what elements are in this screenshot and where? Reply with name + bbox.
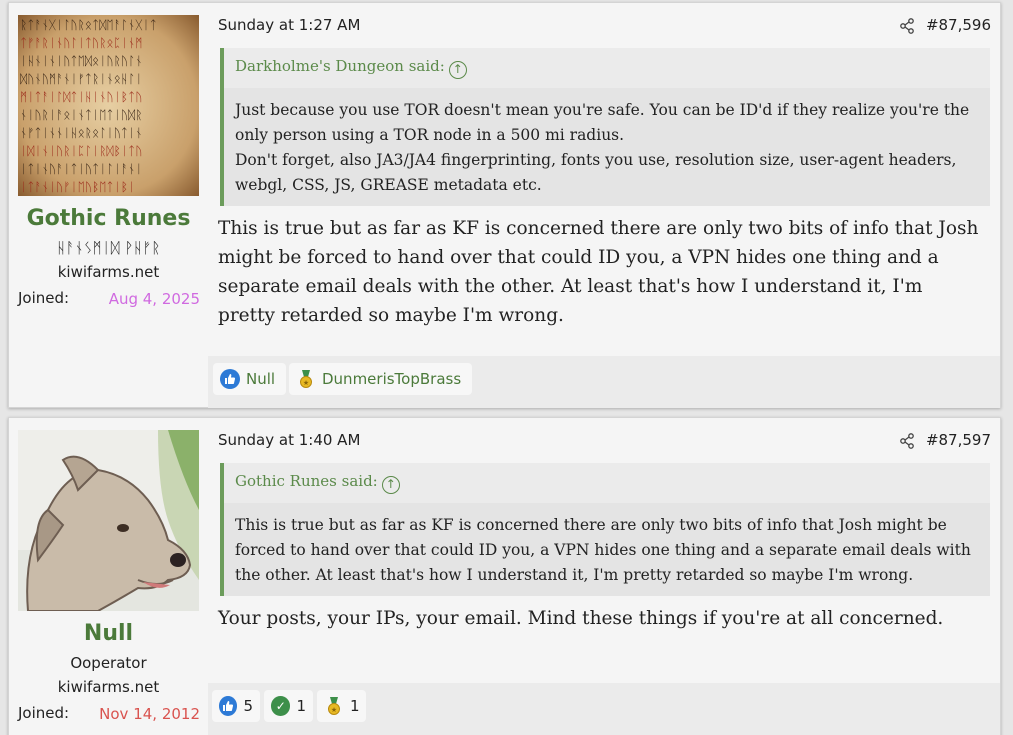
quote-author[interactable]: Gothic Runes said: bbox=[235, 472, 378, 490]
quote-body: Just because you use TOR doesn't mean yo… bbox=[224, 88, 990, 206]
joined-date: Nov 14, 2012 bbox=[99, 705, 200, 723]
reaction-count: 1 bbox=[350, 697, 360, 715]
avatar[interactable] bbox=[18, 430, 199, 611]
check-icon: ✓ bbox=[271, 696, 291, 716]
user-site: kiwifarms.net bbox=[57, 263, 160, 281]
medal-icon: ★ bbox=[296, 369, 316, 389]
quote-author[interactable]: Darkholme's Dungeon said: bbox=[235, 57, 445, 75]
quote-block: Gothic Runes said: ↑ This is true but as … bbox=[220, 463, 990, 596]
joined-label: Joined: bbox=[18, 289, 70, 307]
message: Sunday at 1:27 AM #87,596 Darkholme's Du… bbox=[208, 3, 1000, 408]
user-title: Ooperator bbox=[70, 654, 147, 672]
post-body: Your posts, your IPs, your email. Mind t… bbox=[218, 608, 944, 629]
user-site: kiwifarms.net bbox=[57, 678, 160, 696]
jump-up-icon[interactable]: ↑ bbox=[448, 61, 467, 79]
post-timestamp[interactable]: Sunday at 1:27 AM bbox=[218, 16, 360, 34]
share-icon[interactable] bbox=[899, 433, 915, 449]
svg-text:ᛁᛏᛁᚾᚢᚨᛁᛏᛁᚢᛏᛁᛚᛁᚨᚾᛁ: ᛁᛏᛁᚾᚢᚨᛁᛏᛁᚢᛏᛁᛚᛁᚨᚾᛁ bbox=[20, 162, 142, 176]
reaction-medal[interactable]: ★ DunmerisTopBrass bbox=[289, 363, 472, 395]
quote-text: Just because you use TOR doesn't mean yo… bbox=[235, 101, 970, 144]
medal-icon: ★ bbox=[324, 696, 344, 716]
svg-text:ᛏᚠᚨᚱᛁᚾᚢᛚᛁᛏᚢᚱᛟᛈᛁᚾᛗ: ᛏᚠᚨᚱᛁᚾᚢᛚᛁᛏᚢᚱᛟᛈᛁᚾᛗ bbox=[20, 36, 142, 50]
post: ᚱᛏᚨᚾᚷᛁᛚᚢᚱᛟᛏᛞᛖᚨᛚᚾᚷᛁᛏ ᛏᚠᚨᚱᛁᚾᚢᛚᛁᛏᚢᚱᛟᛈᛁᚾᛗ ᛁᚺ… bbox=[8, 2, 1001, 408]
svg-text:ᛗᛁᛏᚨᛁᛚᛞᛏᛁᚺᛁᚾᚢᛁᛒᛏᚢ: ᛗᛁᛏᚨᛁᛚᛞᛏᛁᚺᛁᚾᚢᛁᛒᛏᚢ bbox=[20, 90, 142, 104]
reaction-like[interactable]: 5 bbox=[212, 690, 260, 722]
svg-text:ᛞᚢᚾᚢᛗᚨᚾᛁᚠᛏᚱᛁᚾᛟᚺᛚᛁ: ᛞᚢᚾᚢᛗᚨᚾᛁᚠᛏᚱᛁᚾᛟᚺᛚᛁ bbox=[20, 72, 142, 86]
post-number[interactable]: #87,596 bbox=[926, 16, 991, 34]
reaction-like[interactable]: Null bbox=[213, 363, 286, 395]
reaction-medal[interactable]: ★ 1 bbox=[317, 690, 366, 722]
joined-date: Aug 4, 2025 bbox=[108, 290, 200, 308]
like-icon bbox=[219, 696, 238, 716]
post-timestamp[interactable]: Sunday at 1:40 AM bbox=[218, 431, 360, 449]
svg-text:ᚱᛏᚨᚾᚷᛁᛚᚢᚱᛟᛏᛞᛖᚨᛚᚾᚷᛁᛏ: ᚱᛏᚨᚾᚷᛁᛚᚢᚱᛟᛏᛞᛖᚨᛚᚾᚷᛁᛏ bbox=[20, 18, 157, 32]
post: Null Ooperator kiwifarms.net Joined: Nov… bbox=[8, 417, 1001, 735]
quote-header[interactable]: Gothic Runes said: ↑ bbox=[224, 463, 990, 503]
reaction-count: 5 bbox=[243, 697, 253, 715]
svg-text:ᚾᛁᚢᚱᛁᚨᛟᛁᚾᛏᛁᛖᛏᛁᚢᛞᚱ: ᚾᛁᚢᚱᛁᚨᛟᛁᚾᛏᛁᛖᛏᛁᚢᛞᚱ bbox=[20, 108, 142, 122]
reaction-bar: Null ★ DunmerisTopBrass bbox=[208, 356, 1000, 408]
svg-text:ᛁᛞᛁᚾᛁᚢᚱᛁᛈᛚᛁᚱᛞᛒᛁᛏᚢ: ᛁᛞᛁᚾᛁᚢᚱᛁᛈᛚᛁᚱᛞᛒᛁᛏᚢ bbox=[20, 144, 142, 158]
username[interactable]: Null bbox=[9, 621, 208, 646]
reaction-user[interactable]: Null bbox=[246, 370, 275, 388]
user-title: ᚺᚨᚾᛊᛗᛁᛞ ᚹᚺᚠᚱ bbox=[56, 239, 161, 257]
svg-text:ᛁᛏᚨᚾᛁᚢᚠᛁᛖᚢᛒᛖᛏᛁᛒᛁ: ᛁᛏᚨᚾᛁᚢᚠᛁᛖᚢᛒᛖᛏᛁᛒᛁ bbox=[20, 180, 135, 194]
jump-up-icon[interactable]: ↑ bbox=[381, 476, 400, 494]
quote-header[interactable]: Darkholme's Dungeon said: ↑ bbox=[224, 48, 990, 88]
reaction-user[interactable]: DunmerisTopBrass bbox=[322, 370, 461, 388]
message: Sunday at 1:40 AM #87,597 Gothic Runes s… bbox=[208, 418, 1000, 735]
quote-body: This is true but as far as KF is concern… bbox=[224, 503, 990, 596]
reaction-bar: 5 ✓ 1 ★ 1 bbox=[208, 683, 1000, 735]
post-body: This is true but as far as KF is concern… bbox=[218, 218, 979, 326]
quote-block: Darkholme's Dungeon said: ↑ Just because … bbox=[220, 48, 990, 206]
user-info: ᚱᛏᚨᚾᚷᛁᛚᚢᚱᛟᛏᛞᛖᚨᛚᚾᚷᛁᛏ ᛏᚠᚨᚱᛁᚾᚢᛚᛁᛏᚢᚱᛟᛈᛁᚾᛗ ᛁᚺ… bbox=[9, 3, 208, 407]
quote-text: Don't forget, also JA3/JA4 fingerprintin… bbox=[235, 151, 957, 194]
reaction-count: 1 bbox=[296, 697, 306, 715]
avatar[interactable]: ᚱᛏᚨᚾᚷᛁᛚᚢᚱᛟᛏᛞᛖᚨᛚᚾᚷᛁᛏ ᛏᚠᚨᚱᛁᚾᚢᛚᛁᛏᚢᚱᛟᛈᛁᚾᛗ ᛁᚺ… bbox=[18, 15, 199, 196]
joined-label: Joined: bbox=[18, 704, 70, 722]
svg-text:ᚾᚠᛏᛁᚾᚾᛁᚺᛟᚱᛟᛚᛁᚢᛏᛁᚾ: ᚾᚠᛏᛁᚾᚾᛁᚺᛟᚱᛟᛚᛁᚢᛏᛁᚾ bbox=[20, 126, 142, 140]
like-icon bbox=[220, 369, 240, 389]
svg-text:★: ★ bbox=[303, 379, 309, 387]
user-info: Null Ooperator kiwifarms.net Joined: Nov… bbox=[9, 418, 208, 735]
reaction-agree[interactable]: ✓ 1 bbox=[264, 690, 313, 722]
quote-text: This is true but as far as KF is concern… bbox=[235, 516, 971, 584]
username[interactable]: Gothic Runes bbox=[9, 206, 208, 231]
svg-text:ᛁᚺᚾᛁᚾᛁᚢᛏᛖᛞᛟᛁᚢᚱᚢᛚᚾ: ᛁᚺᚾᛁᚾᛁᚢᛏᛖᛞᛟᛁᚢᚱᚢᛚᚾ bbox=[20, 54, 142, 68]
post-number[interactable]: #87,597 bbox=[926, 431, 991, 449]
svg-text:★: ★ bbox=[331, 706, 337, 714]
share-icon[interactable] bbox=[899, 18, 915, 34]
